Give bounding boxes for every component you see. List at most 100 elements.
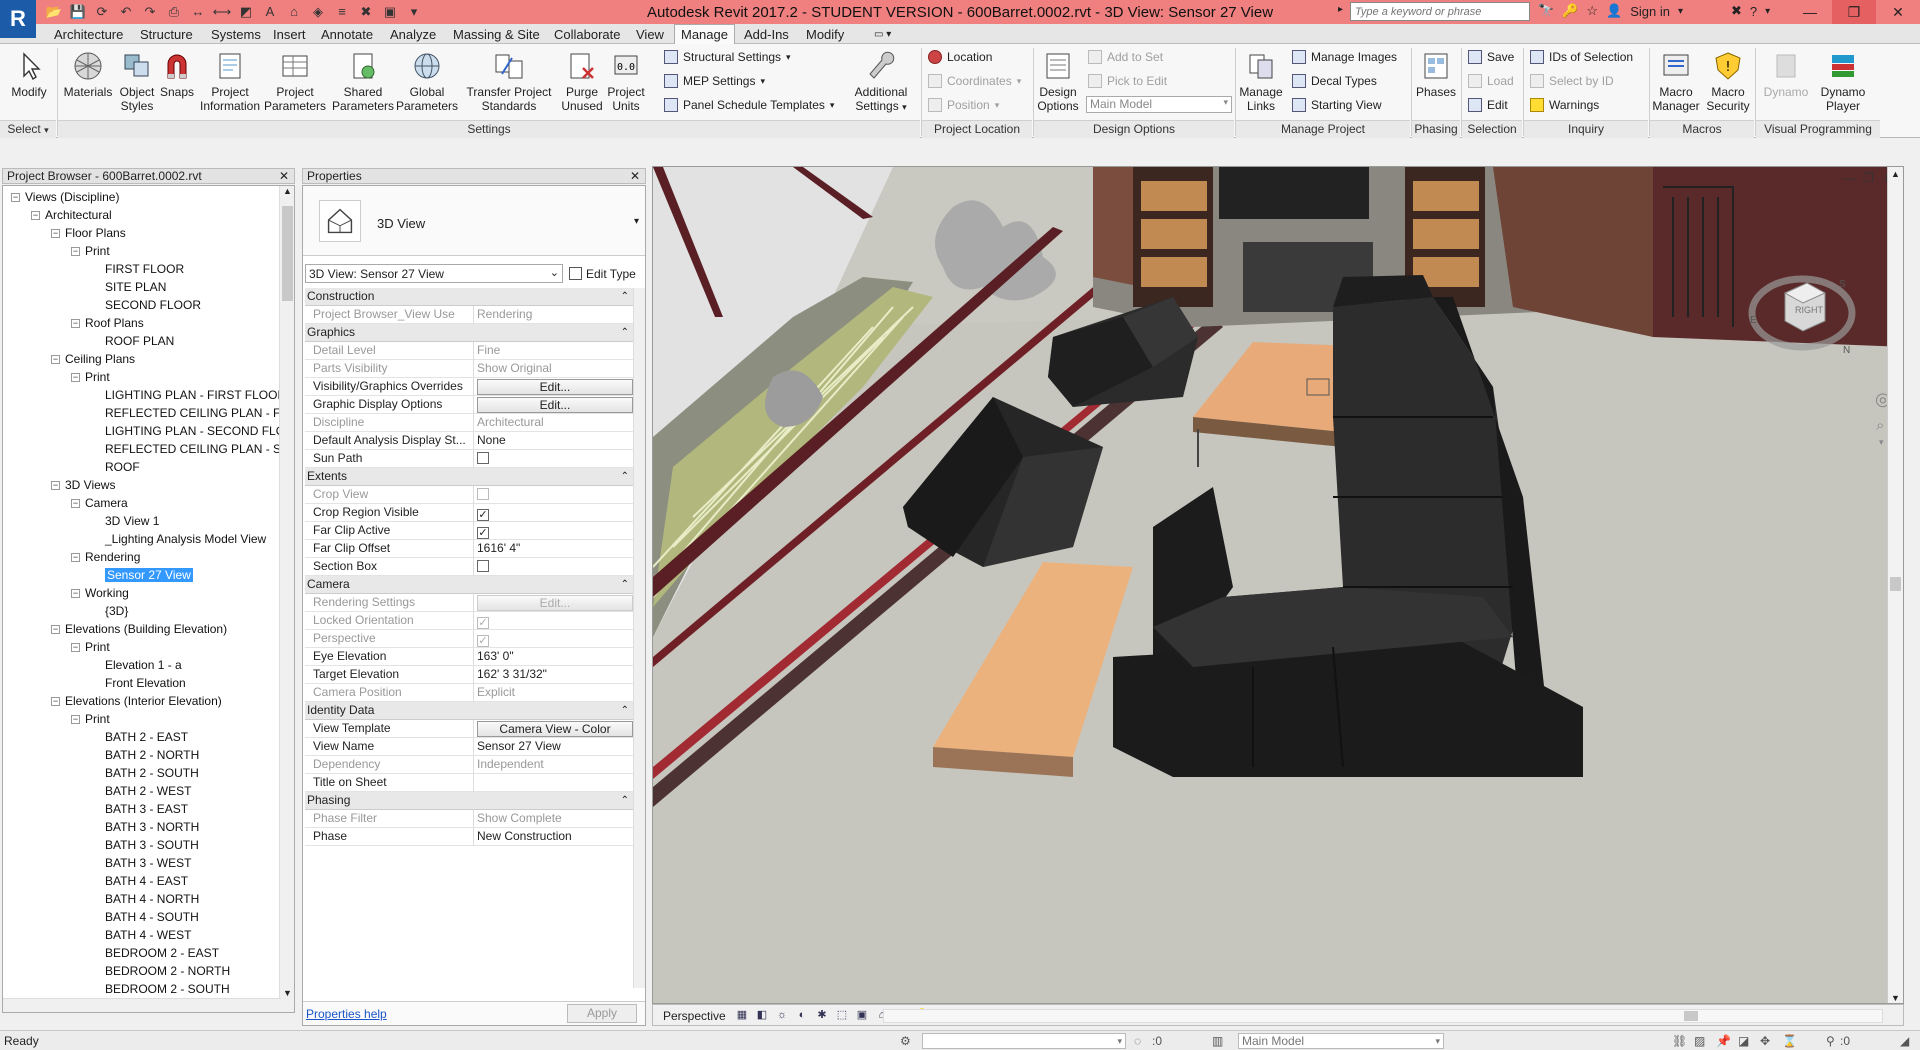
view-h-scrollbar[interactable] xyxy=(883,1009,1883,1023)
tree-item[interactable]: − Camera xyxy=(71,494,128,512)
tab-analyze[interactable]: Analyze xyxy=(390,27,436,42)
design-options-button[interactable]: Design Options xyxy=(1034,46,1082,113)
tree-collapse-icon[interactable]: − xyxy=(51,625,60,634)
zoom-icon[interactable]: ⌕ xyxy=(1876,417,1884,434)
tree-collapse-icon[interactable]: − xyxy=(71,589,80,598)
application-menu-button[interactable]: R xyxy=(0,0,36,38)
tree-item[interactable]: BATH 3 - SOUTH xyxy=(91,836,199,854)
tree-item[interactable]: − Print xyxy=(71,710,110,728)
tree-collapse-icon[interactable]: − xyxy=(71,499,80,508)
dynamo-button[interactable]: Dynamo xyxy=(1762,46,1810,99)
property-group-header[interactable]: Extents ⌃ xyxy=(305,468,635,486)
collapse-group-icon[interactable]: ⌃ xyxy=(621,324,629,341)
status-resize-icon[interactable]: ◢ xyxy=(1900,1034,1909,1048)
minimize-window-button[interactable]: — xyxy=(1788,0,1832,24)
tree-collapse-icon[interactable]: − xyxy=(11,193,20,202)
tree-collapse-icon[interactable]: − xyxy=(71,715,80,724)
tree-item[interactable]: ROOF xyxy=(91,458,140,476)
design-options-status-icon[interactable]: ▥ xyxy=(1212,1034,1223,1048)
close-icon[interactable]: ✕ xyxy=(279,169,289,184)
property-checkbox[interactable]: ✓ xyxy=(477,617,489,629)
properties-filter-select[interactable]: 3D View: Sensor 27 View ⌄ xyxy=(305,264,563,283)
tab-massing-site[interactable]: Massing & Site xyxy=(453,27,540,42)
tree-collapse-icon[interactable]: − xyxy=(51,481,60,490)
tree-item[interactable]: − Ceiling Plans xyxy=(51,350,135,368)
sync-icon[interactable]: ⟳ xyxy=(92,2,112,22)
property-value[interactable]: None xyxy=(473,432,635,450)
tree-collapse-icon[interactable]: − xyxy=(71,319,80,328)
property-value[interactable]: 1616' 4" xyxy=(473,540,635,558)
property-checkbox[interactable]: ✓ xyxy=(477,635,489,647)
decal-types-button[interactable]: Decal Types xyxy=(1292,74,1377,88)
macro-security-button[interactable]: ! Macro Security xyxy=(1704,46,1752,113)
ids-of-selection-button[interactable]: IDs of Selection xyxy=(1530,50,1633,64)
load-selection-button[interactable]: Load xyxy=(1468,74,1514,88)
tree-collapse-icon[interactable]: − xyxy=(51,355,60,364)
property-group-header[interactable]: Identity Data ⌃ xyxy=(305,702,635,720)
design-option-select[interactable]: Main Model ▾ xyxy=(1086,96,1232,113)
design-option-status-select[interactable]: Main Model ▾ xyxy=(1238,1033,1444,1049)
global-parameters-button[interactable]: Global Parameters xyxy=(396,46,458,113)
add-to-set-button[interactable]: Add to Set xyxy=(1088,50,1163,64)
shadows-icon[interactable]: ◐ xyxy=(795,1008,809,1022)
tree-item[interactable]: BATH 3 - NORTH xyxy=(91,818,199,836)
tree-collapse-icon[interactable]: − xyxy=(71,553,80,562)
editable-only-icon[interactable]: ◌ xyxy=(1134,1034,1141,1048)
collapse-group-icon[interactable]: ⌃ xyxy=(621,576,629,593)
open-icon[interactable]: 📂 xyxy=(44,2,64,22)
redo-icon[interactable]: ↷ xyxy=(140,2,160,22)
tree-item[interactable]: {3D} xyxy=(91,602,128,620)
undo-icon[interactable]: ↶ xyxy=(116,2,136,22)
tab-add-ins[interactable]: Add-Ins xyxy=(744,27,789,42)
additional-settings-button[interactable]: Additional Settings ▾ xyxy=(848,46,914,114)
tree-item[interactable]: SITE PLAN xyxy=(91,278,166,296)
property-edit-button[interactable]: Camera View - Color xyxy=(477,721,633,737)
customize-qat-icon[interactable]: ▾ xyxy=(404,2,424,22)
tree-item[interactable]: − Print xyxy=(71,638,110,656)
modify-button[interactable]: Modify xyxy=(6,46,52,99)
property-group-header[interactable]: Graphics ⌃ xyxy=(305,324,635,342)
property-checkbox[interactable] xyxy=(477,452,489,464)
property-checkbox[interactable] xyxy=(477,560,489,572)
object-styles-button[interactable]: Object Styles xyxy=(116,46,158,113)
property-group-header[interactable]: Camera ⌃ xyxy=(305,576,635,594)
tree-item[interactable]: BATH 4 - WEST xyxy=(91,926,191,944)
location-button[interactable]: Location xyxy=(928,50,992,64)
dynamo-player-button[interactable]: Dynamo Player xyxy=(1812,46,1874,113)
workset-select[interactable]: ▾ xyxy=(922,1033,1126,1049)
tree-item[interactable]: FIRST FLOOR xyxy=(91,260,184,278)
tab-collaborate[interactable]: Collaborate xyxy=(554,27,621,42)
tree-item[interactable]: REFLECTED CEILING PLAN - SEC xyxy=(91,440,294,458)
tab-view[interactable]: View xyxy=(636,27,664,42)
property-checkbox[interactable] xyxy=(477,488,489,500)
purge-unused-button[interactable]: Purge Unused xyxy=(560,46,604,113)
property-checkbox[interactable]: ✓ xyxy=(477,509,489,521)
property-value[interactable]: New Construction xyxy=(473,828,635,846)
tab-structure[interactable]: Structure xyxy=(140,27,193,42)
coordinates-button[interactable]: Coordinates ▾ xyxy=(928,74,1021,88)
tree-item[interactable]: BEDROOM 2 - EAST xyxy=(91,944,219,962)
view-minimize-icon[interactable]: — xyxy=(1843,171,1855,185)
phases-button[interactable]: Phases xyxy=(1414,46,1458,99)
project-browser[interactable]: − Views (Discipline) − Architectural − Floor … xyxy=(2,185,295,1013)
dimension-icon[interactable]: ⟷ xyxy=(212,2,232,22)
scrollbar-thumb[interactable] xyxy=(1890,577,1901,591)
tree-item[interactable]: −3D Views xyxy=(51,476,115,494)
tree-item[interactable]: BATH 4 - EAST xyxy=(91,872,188,890)
tree-collapse-icon[interactable]: − xyxy=(51,229,60,238)
pick-to-edit-button[interactable]: Pick to Edit xyxy=(1088,74,1167,88)
tree-item[interactable]: BEDROOM 2 - SOUTH xyxy=(91,980,230,998)
tree-item[interactable]: ROOF PLAN xyxy=(91,332,174,350)
tree-item[interactable]: − Rendering xyxy=(71,548,140,566)
thin-lines-icon[interactable]: ≡ xyxy=(332,2,352,22)
structural-settings-button[interactable]: Structural Settings ▾ xyxy=(664,50,791,64)
transfer-project-standards-button[interactable]: Transfer Project Standards xyxy=(460,46,558,113)
project-browser-scrollbar[interactable]: ▲ ▼ xyxy=(279,186,294,1012)
binoculars-icon[interactable]: 🔭 xyxy=(1538,3,1554,19)
tree-item[interactable]: BATH 2 - NORTH xyxy=(91,746,199,764)
property-value[interactable] xyxy=(473,774,635,792)
project-browser-h-scrollbar[interactable] xyxy=(3,998,281,1012)
tree-item[interactable]: − Views (Discipline) xyxy=(11,188,119,206)
tree-item[interactable]: − Working xyxy=(71,584,129,602)
collapse-group-icon[interactable]: ⌃ xyxy=(621,288,629,305)
